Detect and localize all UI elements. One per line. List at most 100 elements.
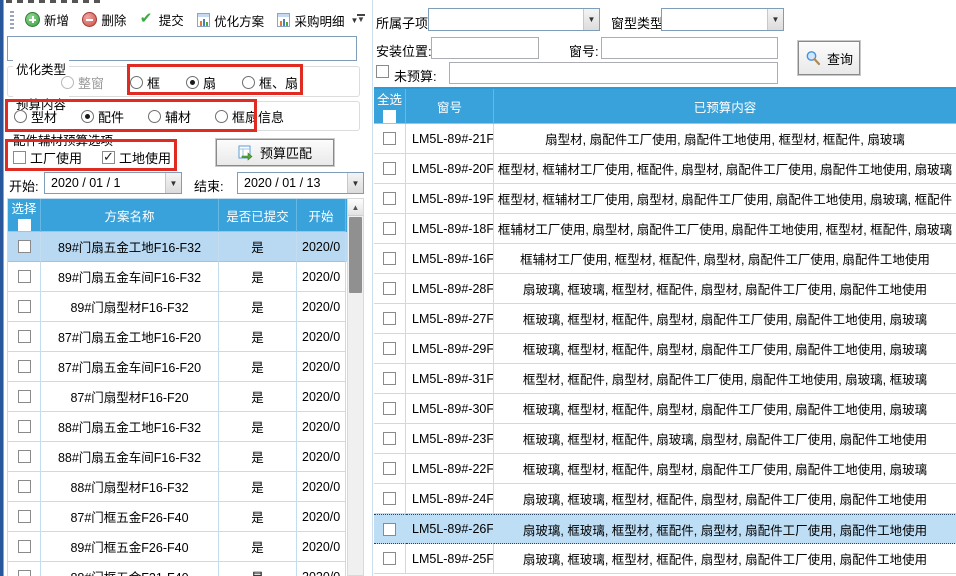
row-checkbox[interactable] [383, 432, 396, 445]
no-budget-checkbox[interactable] [376, 65, 389, 78]
row-checkbox[interactable] [383, 162, 396, 175]
window-row[interactable]: LM5L-89#-16F15 框辅材工厂使用, 框型材, 框配件, 扇型材, 扇… [374, 244, 956, 274]
row-checkbox[interactable] [383, 222, 396, 235]
row-checkbox[interactable] [383, 462, 396, 475]
plans-table: 选择 方案名称 是否已提交 开始 89#门扇五金工地F16-F32 是 2020… [7, 198, 347, 576]
row-checkbox[interactable] [18, 390, 31, 403]
row-checkbox[interactable] [18, 420, 31, 433]
row-checkbox[interactable] [18, 510, 31, 523]
window-row[interactable]: LM5L-89#-20F18 框型材, 框辅材工厂使用, 框配件, 扇型材, 扇… [374, 154, 956, 184]
plans-table-header: 选择 方案名称 是否已提交 开始 [8, 199, 347, 232]
row-checkbox[interactable] [18, 240, 31, 253]
chevron-down-icon[interactable]: ▼ [165, 173, 181, 193]
row-checkbox[interactable] [18, 540, 31, 553]
plan-row[interactable]: 88#门扇型材F16-F32 是 2020/0 [8, 472, 347, 502]
window-row[interactable]: LM5L-89#-26F24 扇玻璃, 框玻璃, 框型材, 框配件, 扇型材, … [374, 514, 956, 544]
date-end-picker[interactable]: 2020 / 01 / 13 ▼ [237, 172, 364, 194]
plan-start-date: 2020/0 [297, 352, 346, 382]
plan-row[interactable]: 87#门扇五金车间F16-F20 是 2020/0 [8, 352, 347, 382]
row-checkbox[interactable] [18, 360, 31, 373]
row-checkbox[interactable] [18, 570, 31, 576]
window-row[interactable]: LM5L-89#-24F22 扇玻璃, 框玻璃, 框型材, 框配件, 扇型材, … [374, 484, 956, 514]
row-checkbox[interactable] [383, 372, 396, 385]
window-row[interactable]: LM5L-89#-31F29 框型材, 框配件, 扇型材, 扇配件工厂使用, 扇… [374, 364, 956, 394]
scroll-up-arrow-icon[interactable]: ▲ [348, 199, 363, 216]
no-budget-input[interactable] [449, 62, 778, 84]
window-row[interactable]: LM5L-89#-22F20 框玻璃, 框型材, 框配件, 扇型材, 扇配件工厂… [374, 454, 956, 484]
window-row[interactable]: LM5L-89#-29F27 框玻璃, 框型材, 框配件, 扇型材, 扇配件工厂… [374, 334, 956, 364]
select-all-checkbox[interactable] [18, 219, 31, 232]
row-checkbox[interactable] [18, 330, 31, 343]
row-checkbox[interactable] [383, 342, 396, 355]
window-budget-panel: 所属子项: ▼ 窗型类型: ▼ 安装位置: 窗号: 未预算: 查询 全选 窗号 … [372, 0, 956, 576]
select-all-checkbox[interactable] [383, 110, 396, 123]
plan-row[interactable]: 89#门扇五金车间F16-F32 是 2020/0 [8, 262, 347, 292]
plan-submitted: 是 [219, 502, 297, 532]
window-row[interactable]: LM5L-89#-25F23 扇玻璃, 框玻璃, 框型材, 框配件, 扇型材, … [374, 544, 956, 574]
window-row[interactable]: LM5L-89#-30F28 框玻璃, 框型材, 框配件, 扇型材, 扇配件工厂… [374, 394, 956, 424]
row-checkbox[interactable] [18, 300, 31, 313]
scrollbar-thumb[interactable] [349, 217, 362, 293]
plan-submitted: 是 [219, 262, 297, 292]
row-checkbox[interactable] [383, 402, 396, 415]
window-no: LM5L-89#-20F18 [406, 154, 494, 184]
query-button[interactable]: 查询 [798, 41, 860, 75]
row-checkbox[interactable] [383, 523, 396, 536]
plan-name: 88#门扇型材F16-F32 [41, 472, 219, 502]
windows-table-header: 全选 窗号 已预算内容 [374, 89, 956, 124]
window-row[interactable]: LM5L-89#-21F19 扇型材, 扇配件工厂使用, 扇配件工地使用, 框型… [374, 124, 956, 154]
plan-submitted: 是 [219, 412, 297, 442]
sub-item-combo[interactable]: ▼ [428, 8, 600, 31]
row-checkbox[interactable] [383, 312, 396, 325]
row-checkbox[interactable] [18, 480, 31, 493]
toolbar-button[interactable]: 优化方案 ▼ [192, 9, 269, 32]
window-row[interactable]: LM5L-89#-28F26 扇玻璃, 框玻璃, 框型材, 框配件, 扇型材, … [374, 274, 956, 304]
window-no: LM5L-89#-18F16 [406, 214, 494, 244]
date-start-picker[interactable]: 2020 / 01 / 1 ▼ [44, 172, 182, 194]
plan-row[interactable]: 87#门扇五金工地F16-F20 是 2020/0 [8, 322, 347, 352]
window-row[interactable]: LM5L-89#-18F16 框辅材工厂使用, 扇型材, 扇配件工厂使用, 扇配… [374, 214, 956, 244]
plan-name: 88#门框五金F21-F40 [41, 562, 219, 576]
check-icon [140, 12, 155, 27]
budgeted-content: 框型材, 框辅材工厂使用, 扇型材, 扇配件工厂使用, 扇配件工地使用, 扇玻璃… [494, 184, 956, 214]
install-pos-input[interactable] [431, 37, 539, 59]
plan-row[interactable]: 88#门扇五金车间F16-F32 是 2020/0 [8, 442, 347, 472]
window-type-combo[interactable]: ▼ [661, 8, 784, 31]
toolbar-grip-handle[interactable] [10, 11, 14, 29]
window-type-label: 窗型类型: [611, 13, 667, 32]
toolbar-overflow-button[interactable]: ▼ [354, 12, 368, 30]
window-no-input[interactable] [601, 37, 778, 59]
row-checkbox[interactable] [383, 492, 396, 505]
plan-start-date: 2020/0 [297, 382, 346, 412]
budgeted-content: 扇玻璃, 框玻璃, 框型材, 框配件, 扇型材, 扇配件工厂使用, 扇配件工地使… [494, 274, 956, 304]
chevron-down-icon[interactable]: ▼ [583, 9, 599, 30]
plan-row[interactable]: 88#门扇五金工地F16-F32 是 2020/0 [8, 412, 347, 442]
row-checkbox[interactable] [383, 552, 396, 565]
plan-row[interactable]: 89#门扇五金工地F16-F32 是 2020/0 [8, 232, 347, 262]
plans-table-scrollbar[interactable]: ▲ [347, 198, 364, 576]
window-row[interactable]: LM5L-89#-23F21 框玻璃, 框型材, 框配件, 扇玻璃, 扇型材, … [374, 424, 956, 454]
toolbar-button[interactable]: 提交 ▼ [135, 8, 189, 31]
toolbar-button[interactable]: 采购明细 ▼ [272, 9, 363, 32]
plan-row[interactable]: 89#门扇型材F16-F32 是 2020/0 [8, 292, 347, 322]
budgeted-content: 扇玻璃, 框玻璃, 框型材, 框配件, 扇型材, 扇配件工厂使用, 扇配件工地使… [494, 544, 956, 574]
row-checkbox[interactable] [18, 450, 31, 463]
window-row[interactable]: LM5L-89#-19F17 框型材, 框辅材工厂使用, 扇型材, 扇配件工厂使… [374, 184, 956, 214]
row-checkbox[interactable] [383, 282, 396, 295]
plan-row[interactable]: 89#门框五金F26-F40 是 2020/0 [8, 532, 347, 562]
row-checkbox[interactable] [383, 252, 396, 265]
plan-row[interactable]: 87#门框五金F26-F40 是 2020/0 [8, 502, 347, 532]
chevron-down-icon[interactable]: ▼ [767, 9, 783, 30]
plan-row[interactable]: 88#门框五金F21-F40 是 2020/0 [8, 562, 347, 576]
toolbar-button[interactable]: 删除 ▼ [77, 8, 131, 31]
toolbar-button[interactable]: 新增 ▼ [20, 8, 74, 31]
row-checkbox[interactable] [383, 132, 396, 145]
budget-match-button[interactable]: 预算匹配 [216, 139, 334, 166]
row-checkbox[interactable] [383, 192, 396, 205]
window-row[interactable]: LM5L-89#-27F25 框玻璃, 框型材, 框配件, 扇型材, 扇配件工厂… [374, 304, 956, 334]
chevron-down-icon[interactable]: ▼ [347, 173, 363, 193]
plan-row[interactable]: 87#门扇型材F16-F20 是 2020/0 [8, 382, 347, 412]
row-checkbox[interactable] [18, 270, 31, 283]
budgeted-content: 框型材, 框辅材工厂使用, 框配件, 扇型材, 扇配件工厂使用, 扇配件工地使用… [494, 154, 956, 184]
plan-search-input[interactable] [7, 36, 357, 61]
